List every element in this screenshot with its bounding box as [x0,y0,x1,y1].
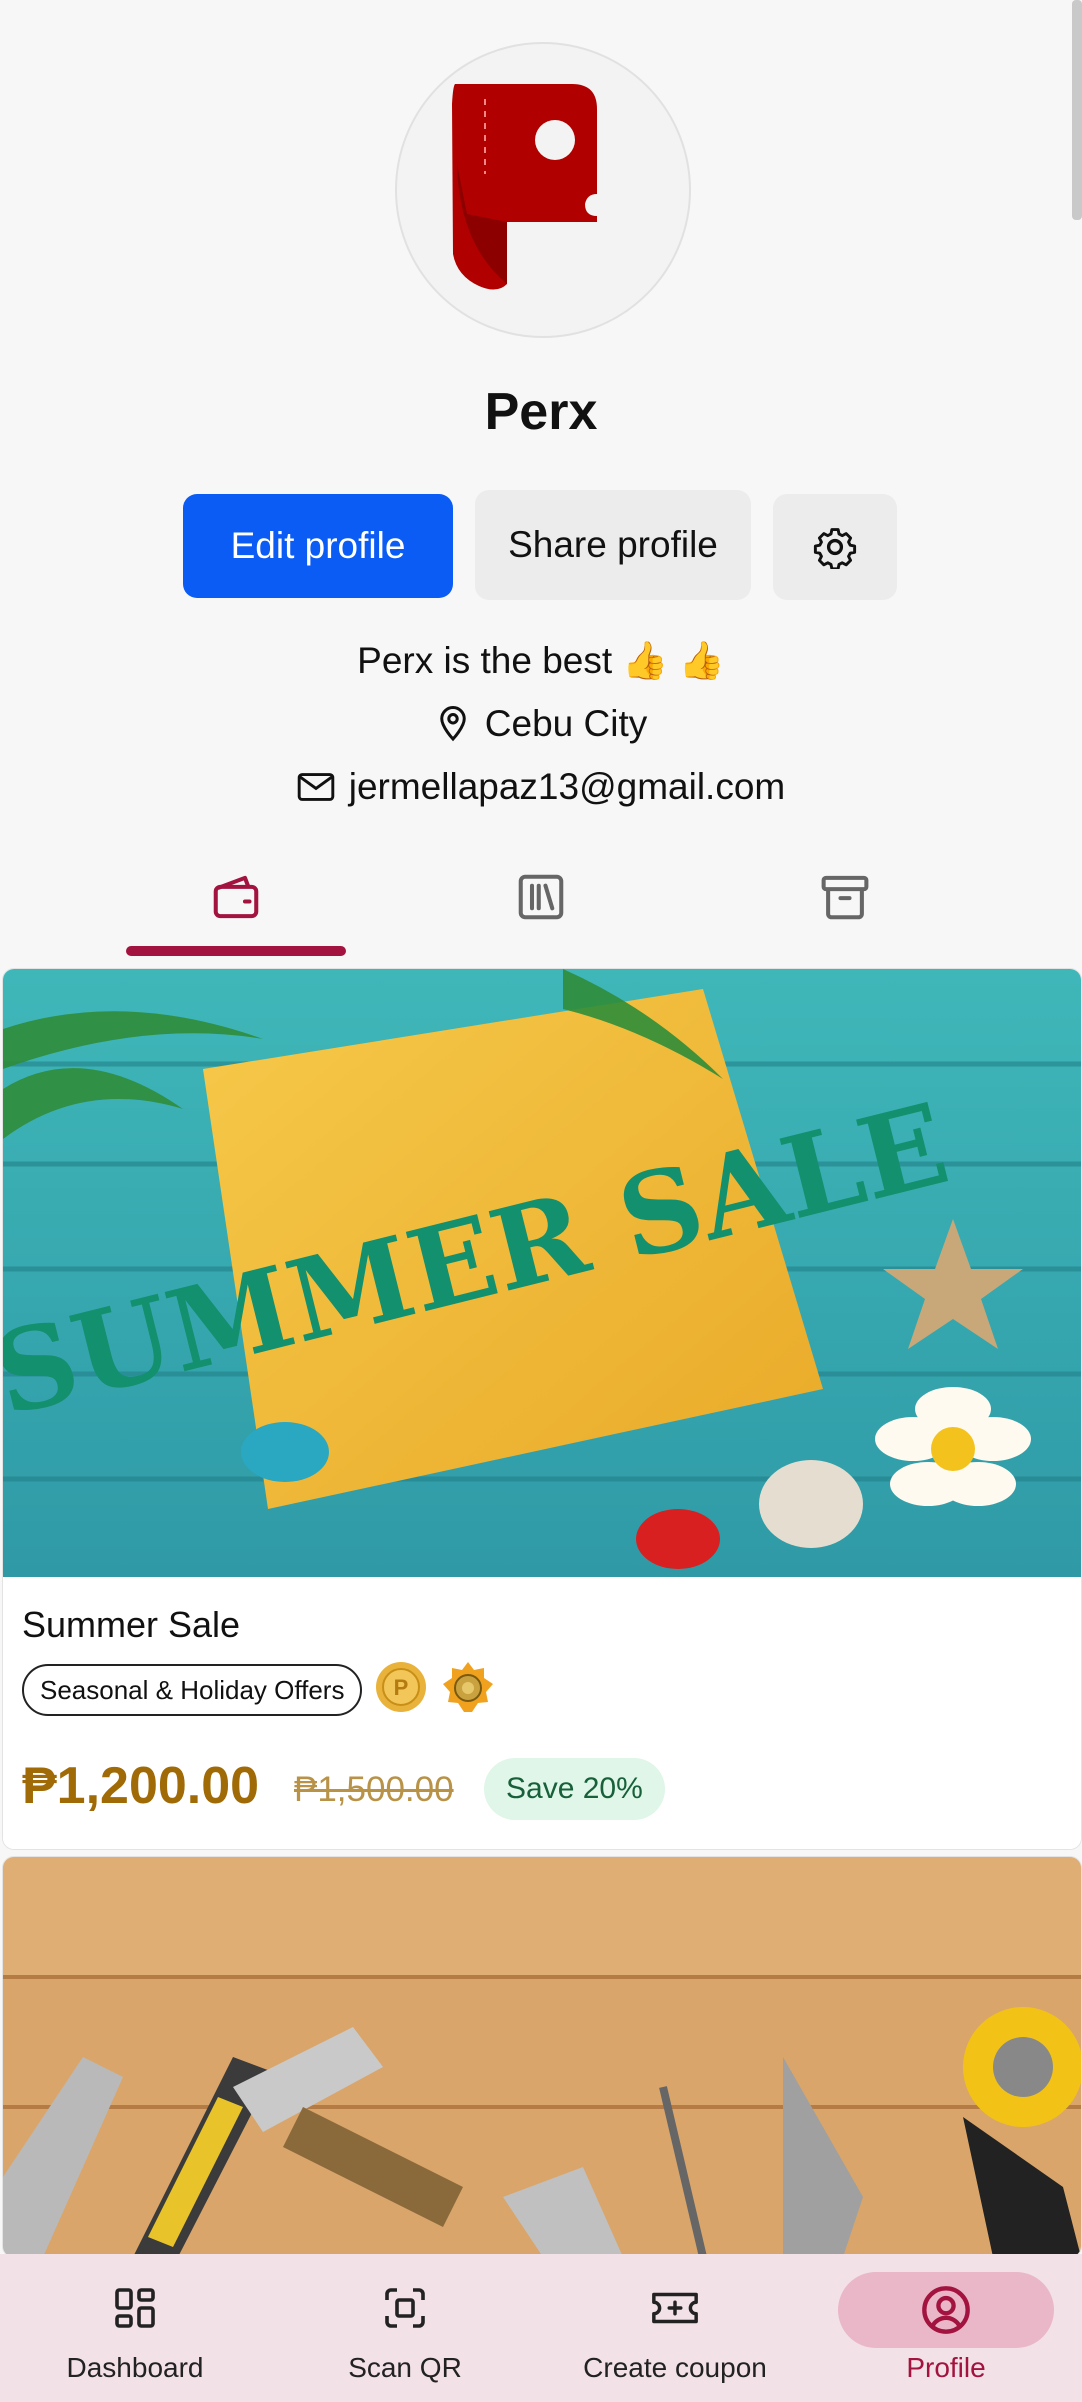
mail-icon [297,773,335,801]
nav-label: Create coupon [583,2352,767,2383]
coin-icon: P [376,1662,426,1712]
scrollbar[interactable] [1072,0,1082,220]
create-coupon-icon [652,2292,698,2324]
profile-avatar [395,42,691,338]
profile-location: Cebu City [0,703,1082,745]
archive-icon [821,875,869,920]
email-text[interactable]: jermellapaz13@gmail.com [349,766,786,808]
share-profile-button[interactable]: Share profile [475,490,751,600]
profile-name: Perx [484,383,598,441]
svg-text:P: P [394,1675,409,1700]
active-tab-indicator [126,946,346,956]
nav-dashboard[interactable]: Dashboard [55,2254,215,2402]
nav-profile[interactable]: Profile [876,2254,1016,2402]
product-card[interactable]: SUMMER SALE [2,968,1082,1850]
edit-profile-button[interactable]: Edit profile [183,494,453,598]
profile-tabs [0,850,1082,960]
scan-qr-icon [385,2288,425,2328]
gear-icon [813,528,857,569]
profile-icon [922,2286,970,2334]
bio-text: Perx is the best 👍 👍 [357,640,725,681]
product-price: ₱1,200.00 [22,1757,260,1815]
tab-archive[interactable] [735,850,955,960]
category-chip[interactable]: Seasonal & Holiday Offers [22,1664,363,1716]
nav-label: Profile [906,2352,986,2383]
profile-email: jermellapaz13@gmail.com [0,766,1082,808]
tools-image [3,1857,1081,2257]
discount-badge: Save 20% [484,1758,665,1820]
tab-library[interactable] [431,850,651,960]
location-text: Cebu City [484,703,648,744]
location-pin-icon [440,705,466,742]
nav-label: Dashboard [66,2352,204,2383]
perx-logo-icon [452,84,597,290]
wallet-icon [213,875,259,919]
settings-button[interactable] [773,494,897,600]
nav-scan-qr[interactable]: Scan QR [335,2254,475,2402]
original-price: ₱1,500.00 [294,1770,454,1809]
product-title[interactable]: Summer Sale [22,1604,240,1646]
library-icon [518,874,564,920]
badge-medal-icon [443,1662,493,1712]
nav-create-coupon[interactable]: Create coupon [575,2254,775,2402]
product-card[interactable] [2,1856,1082,2258]
profile-bio: Perx is the best 👍 👍 [0,640,1082,683]
nav-label: Scan QR [348,2352,462,2383]
dashboard-icon [115,2288,155,2328]
summer-sale-image: SUMMER SALE [3,969,1081,1577]
tab-wallet[interactable] [126,850,346,960]
